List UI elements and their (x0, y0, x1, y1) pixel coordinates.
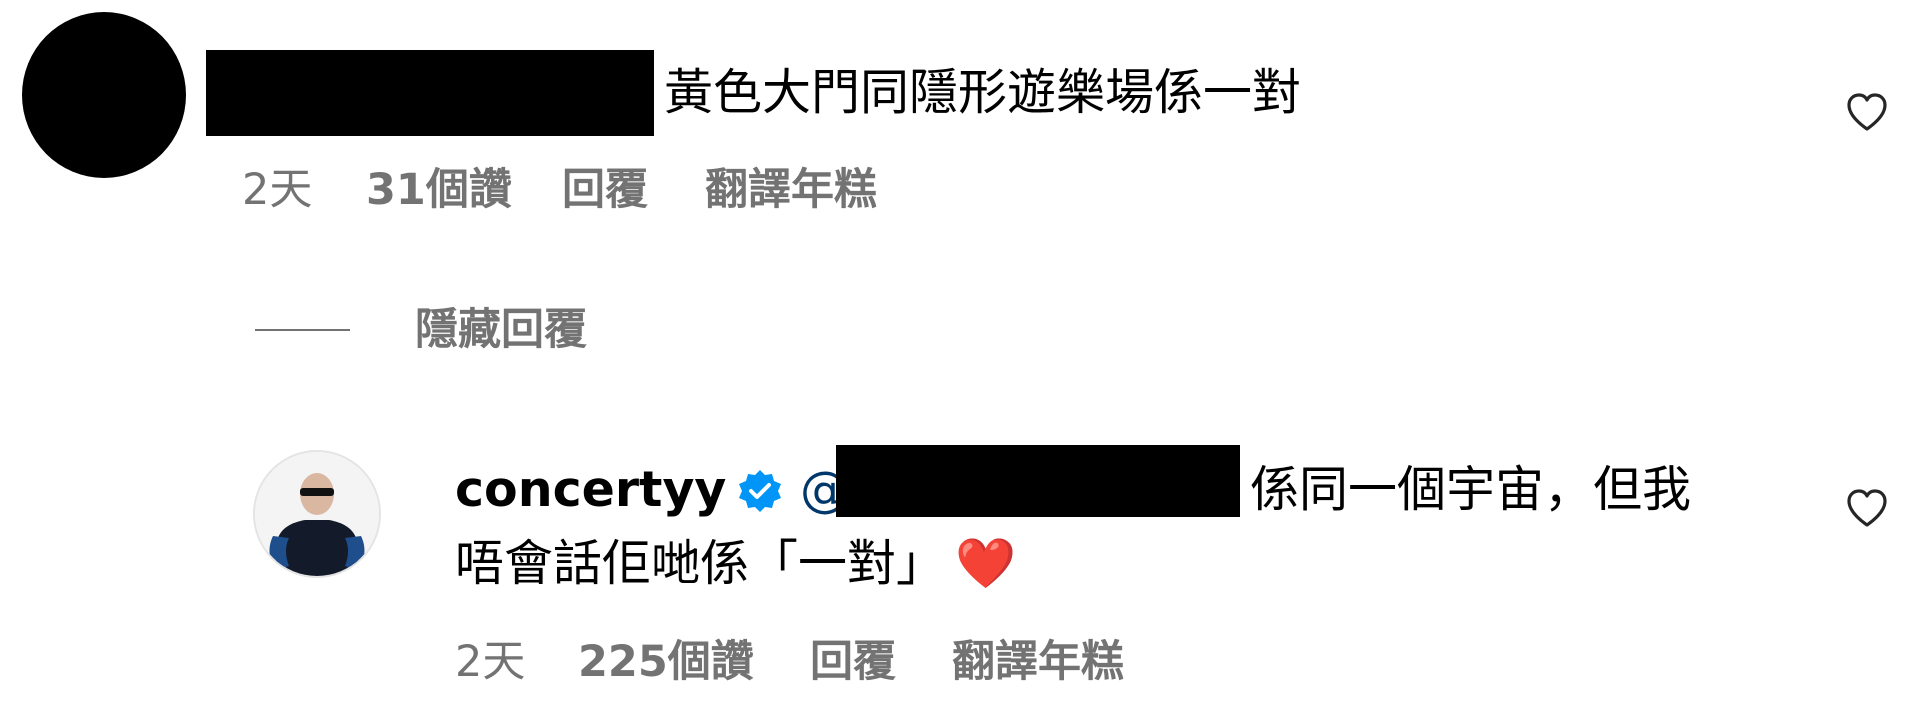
commenter-avatar[interactable] (22, 12, 186, 178)
reply-likes-label: 225個讚 (578, 637, 754, 687)
reply-translate-button[interactable]: 翻譯年糕 (952, 634, 1124, 690)
comment-likes-label: 31個讚 (366, 165, 512, 215)
comment-translate-label: 翻譯年糕 (705, 165, 877, 215)
reply-reply-button[interactable]: 回覆 (810, 634, 896, 690)
comment-text: 黃色大門同隱形遊樂場係一對 (664, 64, 1302, 121)
avatar-photo (255, 452, 379, 576)
reply-text-line1: 係同一個宇宙，但我 (1250, 461, 1692, 518)
hide-replies-button[interactable]: 隱藏回覆 (415, 302, 587, 358)
reply-username[interactable]: concertyy (455, 458, 726, 522)
heart-icon[interactable] (1843, 484, 1891, 532)
reply-reply-label: 回覆 (810, 637, 896, 687)
replies-divider (255, 329, 350, 331)
comment-translate-button[interactable]: 翻譯年糕 (705, 162, 877, 218)
comment-reply-label: 回覆 (562, 165, 648, 215)
comment-likes[interactable]: 31個讚 (366, 162, 512, 218)
redacted-mention (836, 445, 1240, 517)
reply-likes[interactable]: 225個讚 (578, 634, 754, 690)
verified-badge-icon (739, 470, 781, 512)
redacted-username (206, 50, 654, 136)
heart-icon[interactable] (1843, 88, 1891, 136)
comment-time: 2天 (242, 165, 313, 215)
reply-time: 2天 (455, 637, 526, 687)
reply-text-line2: 唔會話佢哋係「一對」 ❤️ (455, 532, 1016, 596)
reply-text-line2-text: 唔會話佢哋係「一對」 (455, 535, 946, 592)
reply-avatar[interactable] (253, 450, 381, 578)
red-heart-emoji: ❤️ (955, 535, 1017, 592)
reply-translate-label: 翻譯年糕 (952, 637, 1124, 687)
comment-reply-button[interactable]: 回覆 (562, 162, 648, 218)
